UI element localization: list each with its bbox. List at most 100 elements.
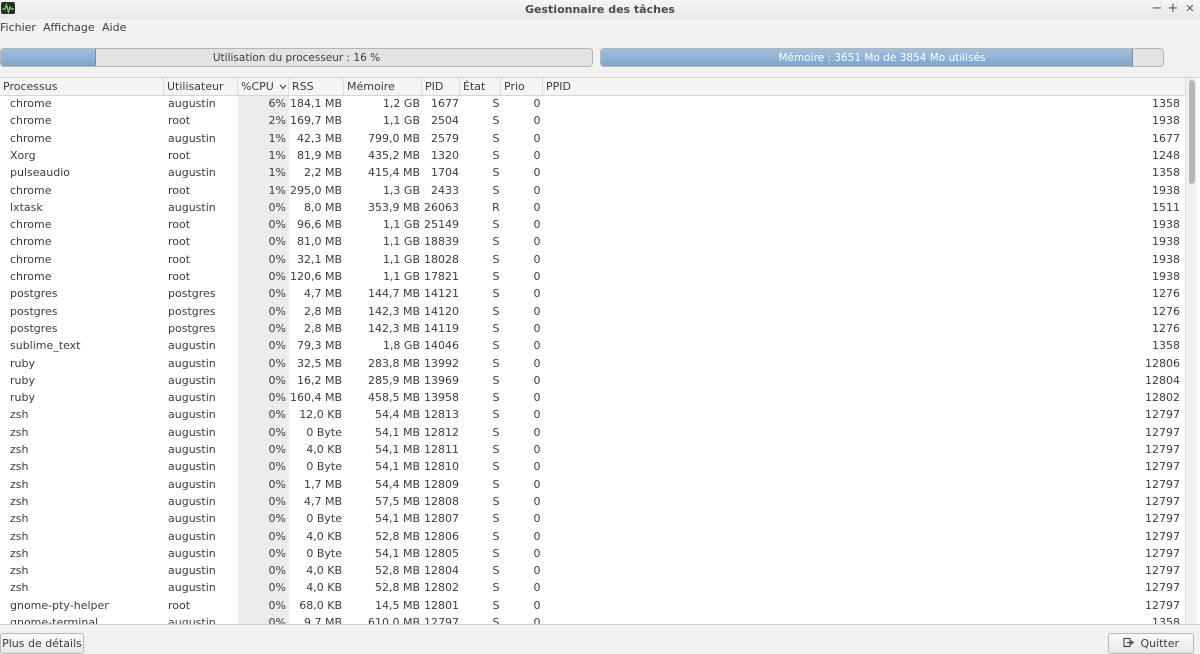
table-row[interactable]: lxtask augustin 0% 8,0 MB 353,9 MB 26063 R 0 151… [0,200,1185,217]
maximize-button[interactable]: + [1166,1,1180,17]
cell-cpu: 1% [268,131,286,145]
cell-pid: 14121 [424,287,459,301]
table-row[interactable]: gnome-terminal augustin 0% 9,7 MB 610,0 MB 12… [0,615,1185,625]
cell-pid: 1704 [431,166,459,180]
column-header-prio[interactable]: Prio [501,78,543,96]
cell-memoire: 144,7 MB [367,287,420,301]
cell-processus: chrome [10,114,52,128]
menu-affichage[interactable]: Affichage [43,21,95,34]
minimize-button[interactable]: − [1150,1,1164,17]
cell-pid: 12809 [424,477,459,491]
cell-etat: S [492,339,500,353]
table-row[interactable]: chrome augustin 1% 42,3 MB 799,0 MB 2579 S 0 167… [0,131,1185,148]
table-row[interactable]: zsh augustin 0% 0 Byte 54,1 MB 12805 S 0 12797 [0,546,1185,563]
table-row[interactable]: postgres postgres 0% 4,7 MB 144,7 MB 14121 S 0 1… [0,286,1185,303]
cell-prio: 0 [533,218,541,232]
scrollbar-thumb[interactable] [1189,80,1195,184]
column-header-pid[interactable]: PID [422,78,460,96]
column-header-etat[interactable]: État [460,78,501,96]
more-details-button[interactable]: Plus de détails [0,633,84,654]
cell-memoire: 54,4 MB [374,477,420,491]
cell-rss: 68,0 KB [299,598,342,612]
table-row[interactable]: zsh augustin 0% 1,7 MB 54,4 MB 12809 S 0 12797 [0,477,1185,494]
table-row[interactable]: zsh augustin 0% 0 Byte 54,1 MB 12810 S 0 12797 [0,459,1185,476]
cell-processus: Xorg [10,148,36,162]
table-row[interactable]: ruby augustin 0% 16,2 MB 285,9 MB 13969 S 0 1280… [0,373,1185,390]
cell-utilisateur: augustin [168,443,216,456]
cell-ppid: 12797 [1145,460,1180,474]
table-row[interactable]: chrome root 1% 295,0 MB 1,3 GB 2433 S 0 1938 [0,183,1185,200]
table-row[interactable]: chrome root 2% 169,7 MB 1,1 GB 2504 S 0 1938 [0,113,1185,130]
cell-rss: 32,5 MB [296,356,342,370]
table-row[interactable]: chrome augustin 6% 184,1 MB 1,2 GB 1677 S 0 1358 [0,96,1185,113]
cell-cpu: 6% [268,97,286,110]
cell-processus: zsh [10,546,29,560]
cell-pid: 13958 [424,391,459,405]
cell-pid: 2433 [431,183,459,197]
cell-prio: 0 [533,581,541,595]
cell-processus: pulseaudio [10,166,70,180]
table-row[interactable]: zsh augustin 0% 4,0 KB 52,8 MB 12806 S 0 12797 [0,529,1185,546]
table-row[interactable]: sublime_text augustin 0% 79,3 MB 1,8 GB 14046… [0,338,1185,355]
cell-utilisateur: augustin [168,373,216,387]
table-row[interactable]: zsh augustin 0% 12,0 KB 54,4 MB 12813 S 0 12797 [0,407,1185,424]
table-row[interactable]: zsh augustin 0% 4,0 KB 52,8 MB 12804 S 0 12797 [0,563,1185,580]
cell-cpu: 0% [268,477,286,491]
cell-etat: S [492,321,500,335]
cpu-usage-bar: Utilisation du processeur : 16 % [0,48,593,67]
cell-etat: S [492,287,500,301]
cell-memoire: 1,8 GB [382,339,420,353]
table-row[interactable]: Xorg root 1% 81,9 MB 435,2 MB 1320 S 0 1248 [0,148,1185,165]
cell-cpu: 0% [268,218,286,232]
cell-cpu: 0% [268,512,286,526]
table-row[interactable]: chrome root 0% 32,1 MB 1,1 GB 18028 S 0 1938 [0,252,1185,269]
cell-memoire: 52,8 MB [374,529,420,543]
table-row[interactable]: ruby augustin 0% 32,5 MB 283,8 MB 13992 S 0 1280… [0,356,1185,373]
table-row[interactable]: pulseaudio augustin 1% 2,2 MB 415,4 MB 1704 S 0… [0,165,1185,182]
cell-processus: chrome [10,252,52,266]
cell-prio: 0 [533,512,541,526]
column-header-processus[interactable]: Processus [0,78,164,96]
cell-processus: lxtask [10,200,43,214]
table-row[interactable]: chrome root 0% 81,0 MB 1,1 GB 18839 S 0 1938 [0,234,1185,251]
quit-button[interactable]: Quitter [1108,633,1194,654]
column-header-utilisateur[interactable]: Utilisateur [164,78,238,96]
cell-ppid: 1938 [1152,183,1180,197]
cell-cpu: 1% [268,148,286,162]
table-row[interactable]: postgres postgres 0% 2,8 MB 142,3 MB 14119 S 0 1… [0,321,1185,338]
cell-etat: S [492,373,500,387]
table-row[interactable]: zsh augustin 0% 4,0 KB 52,8 MB 12802 S 0 12797 [0,580,1185,597]
cell-etat: R [492,200,500,214]
cell-utilisateur: root [168,235,191,249]
cell-utilisateur: root [168,183,191,197]
cell-ppid: 1276 [1152,321,1180,335]
table-row[interactable]: zsh augustin 0% 4,0 KB 54,1 MB 12811 S 0 12797 [0,442,1185,459]
vertical-scrollbar[interactable] [1185,78,1197,624]
cell-etat: S [492,252,500,266]
table-row[interactable]: zsh augustin 0% 4,7 MB 57,5 MB 12808 S 0 12797 [0,494,1185,511]
table-row[interactable]: zsh augustin 0% 0 Byte 54,1 MB 12812 S 0 12797 [0,425,1185,442]
menu-aide[interactable]: Aide [102,21,126,34]
table-row[interactable]: chrome root 0% 96,6 MB 1,1 GB 25149 S 0 1938 [0,217,1185,234]
column-header-ppid[interactable]: PPID [543,78,1185,96]
close-button[interactable]: ✕ [1183,1,1197,17]
cell-utilisateur: augustin [168,166,216,180]
table-row[interactable]: chrome root 0% 120,6 MB 1,1 GB 17821 S 0 1938 [0,269,1185,286]
cell-processus: gnome-pty-helper [10,598,109,612]
column-header-rss[interactable]: RSS [289,78,344,96]
cell-ppid: 12797 [1145,408,1180,422]
column-header-memoire[interactable]: Mémoire [344,78,422,96]
table-row[interactable]: zsh augustin 0% 0 Byte 54,1 MB 12807 S 0 12797 [0,511,1185,528]
quit-label: Quitter [1140,637,1180,650]
table-row[interactable]: ruby augustin 0% 160,4 MB 458,5 MB 13958 S 0 128… [0,390,1185,407]
column-header-cpu[interactable]: %CPU [238,78,289,96]
cell-cpu: 0% [268,356,286,370]
cell-rss: 0 Byte [306,460,342,474]
cell-cpu: 0% [268,616,286,625]
table-row[interactable]: gnome-pty-helper root 0% 68,0 KB 14,5 MB 1280… [0,598,1185,615]
table-row[interactable]: postgres postgres 0% 2,8 MB 142,3 MB 14120 S 0 1… [0,304,1185,321]
cell-rss: 2,8 MB [303,321,342,335]
menu-fichier[interactable]: Fichier [0,21,36,34]
cell-etat: S [492,166,500,180]
cell-etat: S [492,477,500,491]
